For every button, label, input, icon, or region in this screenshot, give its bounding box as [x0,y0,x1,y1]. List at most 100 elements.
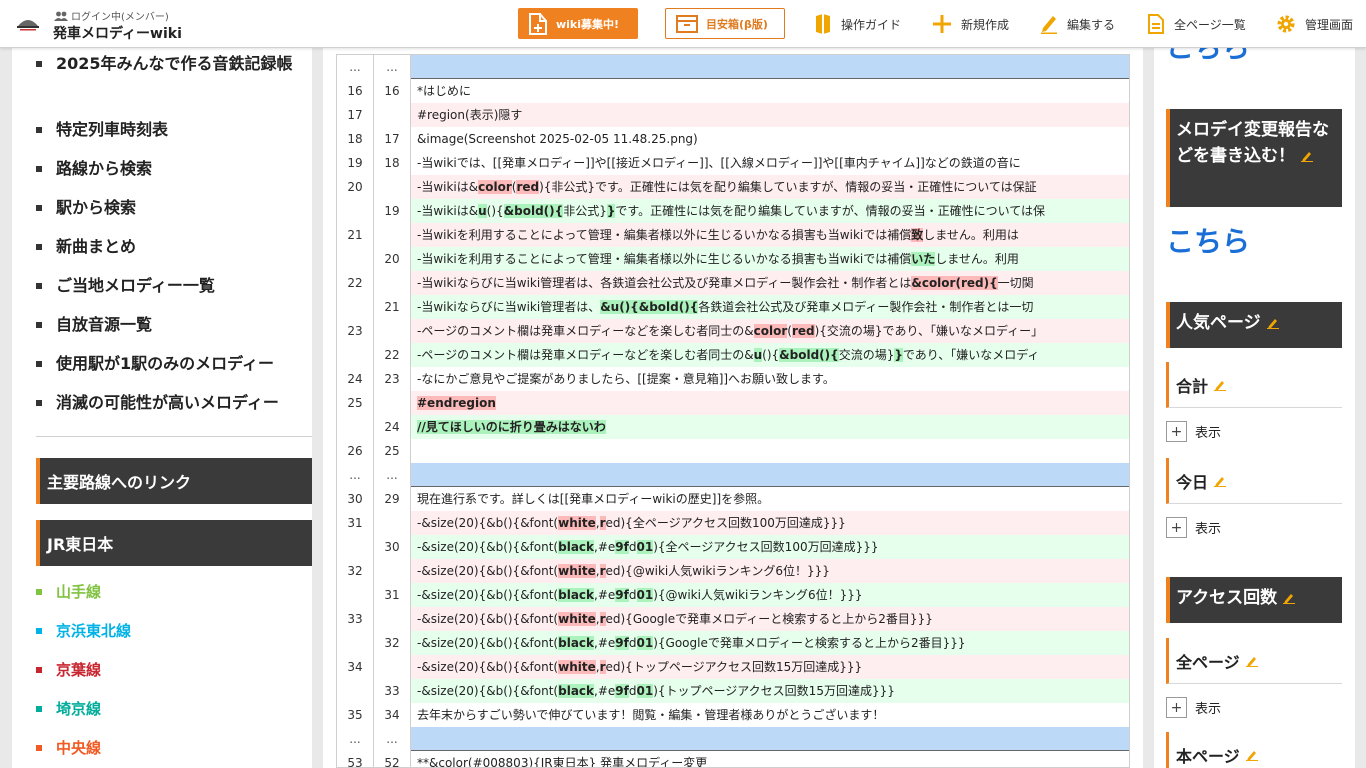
document-icon [1148,14,1164,34]
diff-row: 22 -当wikiならびに当wiki管理者は、各鉄道会社公式及び発車メロディー製作… [337,271,1129,295]
wiki-recruit-button[interactable]: wiki募集中! [518,8,638,39]
menu-item-label: 使用駅が1駅のみのメロディー [56,354,275,373]
plus-icon [933,15,951,33]
pencil-icon[interactable] [1214,475,1227,487]
diff-text: -&size(20){&b(){&font( [417,588,559,602]
menu-item-search-line[interactable]: 路線から検索 [36,155,311,182]
site-logo-icon[interactable] [16,12,40,32]
popular-heading-text: 人気ページ [1176,313,1261,333]
pencil-icon[interactable] [1283,592,1296,604]
diff-highlight: 致 [911,228,924,242]
site-title[interactable]: 発車メロディーwiki [53,23,182,43]
old-line-number: 53 [337,751,374,767]
bullet [36,322,42,328]
nav-new[interactable]: 新規作成 [932,14,1009,34]
diff-text: -&size(20){&b(){&font( [417,612,559,626]
nav-admin[interactable]: 管理画面 [1276,14,1353,34]
old-line-number: 21 [337,223,374,247]
line-link[interactable]: 京葉線 [36,659,101,680]
diff-row: 21 -当wikiを利用することによって管理・編集者様以外に生じるいかなる損害も当… [337,223,1129,247]
old-line-number: 31 [337,511,374,535]
diff-view: ...... 16 16 *はじめに 17 #region(表示)隠す 18 17 &image… [336,54,1130,768]
diff-text: *はじめに [417,84,472,98]
pencil-icon[interactable] [1245,749,1258,761]
diff-row: 32 -&size(20){&b(){&font(black,#e9fd01){G… [337,631,1129,655]
wiki-recruit-label: wiki募集中! [556,17,620,31]
pencil-icon[interactable] [1266,317,1279,329]
nav-edit[interactable]: 編集する [1040,14,1115,34]
new-line-number: 52 [374,751,411,767]
new-line-number [374,655,411,679]
diff-text: d [628,684,637,698]
menu-item-search-station[interactable]: 駅から検索 [36,194,311,221]
diff-text: (){ [486,204,504,218]
menu-item-single-station[interactable]: 使用駅が1駅のみのメロディー [36,350,311,377]
diff-highlight: 9f [615,588,629,602]
add-page-icon [529,12,547,35]
menu-item-label: 2025年みんなで作る音鉄記録帳 [56,54,293,73]
show-label: 表示 [1195,702,1222,717]
menu-item-new-songs[interactable]: 新曲まとめ [36,233,311,260]
diff-row: 19 18 -当wikiでは、[[発車メロディー]]や[[接近メロディー]]、[[入… [337,151,1129,175]
diff-highlight: &color(red){ [911,276,998,290]
all-pages-show-toggle[interactable]: + 表示 [1166,697,1221,718]
diff-row: 20 -当wikiは&color(red){非公式}です。正確性には気を配り編集し… [337,175,1129,199]
diff-row: 34 -&size(20){&b(){&font(white,red){トップペー… [337,655,1129,679]
nav-guide[interactable]: 操作ガイド [814,14,901,34]
new-line-number: ... [374,55,411,79]
today-show-toggle[interactable]: + 表示 [1166,517,1221,538]
bullet [36,205,42,211]
bullet [36,744,42,751]
bullet [36,627,42,634]
diff-text: ){交流の場}であり、「嫌いなメロディー」 [814,324,1044,338]
diff-text: 交流の場} [838,348,895,362]
diff-text: -なにかご意見やご提案がありましたら、[[提案・意見箱]]へお願い致します。 [417,372,835,386]
diff-row: 24 23 -なにかご意見やご提案がありましたら、[[提案・意見箱]]へお願い致しま… [337,367,1129,391]
diff-text: 去年末からすごい勢いで伸びています！閲覧・編集・管理者様ありがとうございます！ [417,708,885,722]
new-line-number: 18 [374,151,411,175]
diff-code: -ページのコメント欄は発車メロディーなどを楽しむ者同士の&u(){&bold()… [411,343,1129,367]
menu-item-timetable[interactable]: 特定列車時刻表 [36,116,311,143]
line-link-label: 中央線 [56,739,102,757]
this-page-label: 本ページ [1176,747,1240,766]
diff-row: 26 25 [337,439,1129,463]
nav-all-pages[interactable]: 全ページ一覧 [1147,14,1246,34]
diff-row: 33 -&size(20){&b(){&font(white,red){Googl… [337,607,1129,631]
old-line-number [337,535,374,559]
menu-item-label: 新曲まとめ [56,237,137,256]
bullet [36,166,42,172]
top-link[interactable]: こちら [1166,48,1250,64]
diff-text: **&color(#008803){JR東日本} 発車メロディー変更 [417,756,708,768]
show-label: 表示 [1195,522,1222,537]
diff-text: #region(表示)隠す [417,108,523,122]
line-link[interactable]: 京浜東北線 [36,620,131,641]
pencil-icon[interactable] [1245,655,1258,667]
old-line-number: ... [337,55,374,79]
pencil-icon[interactable] [1214,379,1227,391]
diff-text: -当wikiならびに当wiki管理者は、 [417,300,601,314]
line-link-label: 山手線 [56,583,102,601]
old-line-number: 35 [337,703,374,727]
old-line-number [337,415,374,439]
menu-item-label: 消滅の可能性が高いメロディー [56,393,279,412]
diff-text: ed){全ページアクセス回数100万回達成}}} [605,516,846,530]
diff-row: 30 29 現在進行系です。詳しくは[[発車メロディーwikiの歴史]]を参照。 [337,487,1129,511]
menu-item-endangered[interactable]: 消滅の可能性が高いメロディー [36,389,311,416]
line-link[interactable]: 埼京線 [36,698,101,719]
report-link[interactable]: こちら [1166,226,1250,258]
diff-highlight: red [516,180,540,194]
suggestion-box-button[interactable]: 目安箱(β版) [665,8,785,39]
new-line-number: 24 [374,415,411,439]
diff-code [411,55,1129,79]
menu-item-recording-book[interactable]: 2025年みんなで作る音鉄記録帳 [36,50,311,77]
pencil-icon[interactable] [1301,150,1313,162]
show-label: 表示 [1195,426,1222,441]
menu-item-self-broadcast[interactable]: 自放音源一覧 [36,311,311,338]
menu-item-local-melody[interactable]: ご当地メロディー一覧 [36,272,311,299]
line-link[interactable]: 中央線 [36,737,101,758]
popular-heading: 人気ページ [1166,302,1342,348]
line-link[interactable]: 山手線 [36,581,101,602]
nav-admin-label: 管理画面 [1305,17,1354,32]
diff-text: -当wikiを利用することによって管理・編集者様以外に生じるいかなる損害も当wi… [417,252,912,266]
total-show-toggle[interactable]: + 表示 [1166,421,1221,442]
